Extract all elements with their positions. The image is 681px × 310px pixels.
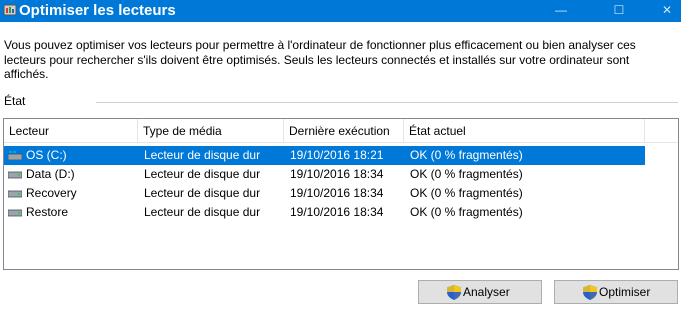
column-header-last-run[interactable]: Dernière exécution xyxy=(284,119,404,143)
title-bar[interactable]: Optimiser les lecteurs — ☐ ✕ xyxy=(0,0,681,22)
section-divider xyxy=(96,102,678,103)
windows-drive-icon xyxy=(8,151,22,160)
media-type: Lecteur de disque dur xyxy=(144,186,261,200)
drive-name: Recovery xyxy=(26,186,77,200)
column-header-drive[interactable]: Lecteur xyxy=(4,119,138,143)
last-run: 19/10/2016 18:34 xyxy=(290,205,384,219)
column-header-media-type[interactable]: Type de média xyxy=(138,119,284,143)
current-state: OK (0 % fragmentés) xyxy=(410,148,523,162)
minimize-button[interactable]: — xyxy=(538,0,584,22)
last-run: 19/10/2016 18:21 xyxy=(290,148,384,162)
current-state: OK (0 % fragmentés) xyxy=(410,205,523,219)
drive-name: Data (D:) xyxy=(26,167,75,181)
drive-icon xyxy=(8,171,22,179)
media-type: Lecteur de disque dur xyxy=(144,167,261,181)
drive-icon xyxy=(8,190,22,198)
analyze-button-label: Analyser xyxy=(463,285,510,299)
table-row[interactable]: OS (C:) Lecteur de disque dur 19/10/2016… xyxy=(4,146,645,165)
drive-name: OS (C:) xyxy=(26,148,67,162)
last-run: 19/10/2016 18:34 xyxy=(290,186,384,200)
optimize-drives-icon xyxy=(3,4,17,16)
drives-list[interactable]: Lecteur Type de média Dernière exécution… xyxy=(3,118,679,270)
table-row[interactable]: Data (D:) Lecteur de disque dur 19/10/20… xyxy=(4,165,645,184)
table-row[interactable]: Restore Lecteur de disque dur 19/10/2016… xyxy=(4,203,645,222)
list-header: Lecteur Type de média Dernière exécution… xyxy=(4,119,678,143)
uac-shield-icon xyxy=(583,285,597,300)
analyze-button[interactable]: Analyser xyxy=(418,280,542,304)
uac-shield-icon xyxy=(447,285,461,300)
optimize-button[interactable]: Optimiser xyxy=(554,280,678,304)
description-text: Vous pouvez optimiser vos lecteurs pour … xyxy=(4,38,636,81)
close-button[interactable]: ✕ xyxy=(644,0,681,22)
table-row[interactable]: Recovery Lecteur de disque dur 19/10/201… xyxy=(4,184,645,203)
current-state: OK (0 % fragmentés) xyxy=(410,167,523,181)
current-state: OK (0 % fragmentés) xyxy=(410,186,523,200)
media-type: Lecteur de disque dur xyxy=(144,148,261,162)
drive-name: Restore xyxy=(26,205,69,219)
window-title: Optimiser les lecteurs xyxy=(19,2,176,19)
optimize-button-label: Optimiser xyxy=(599,285,651,299)
maximize-button[interactable]: ☐ xyxy=(596,0,642,22)
media-type: Lecteur de disque dur xyxy=(144,205,261,219)
last-run: 19/10/2016 18:34 xyxy=(290,167,384,181)
status-section-label: État xyxy=(4,94,26,108)
column-header-current-state[interactable]: État actuel xyxy=(404,119,645,143)
drive-icon xyxy=(8,209,22,217)
